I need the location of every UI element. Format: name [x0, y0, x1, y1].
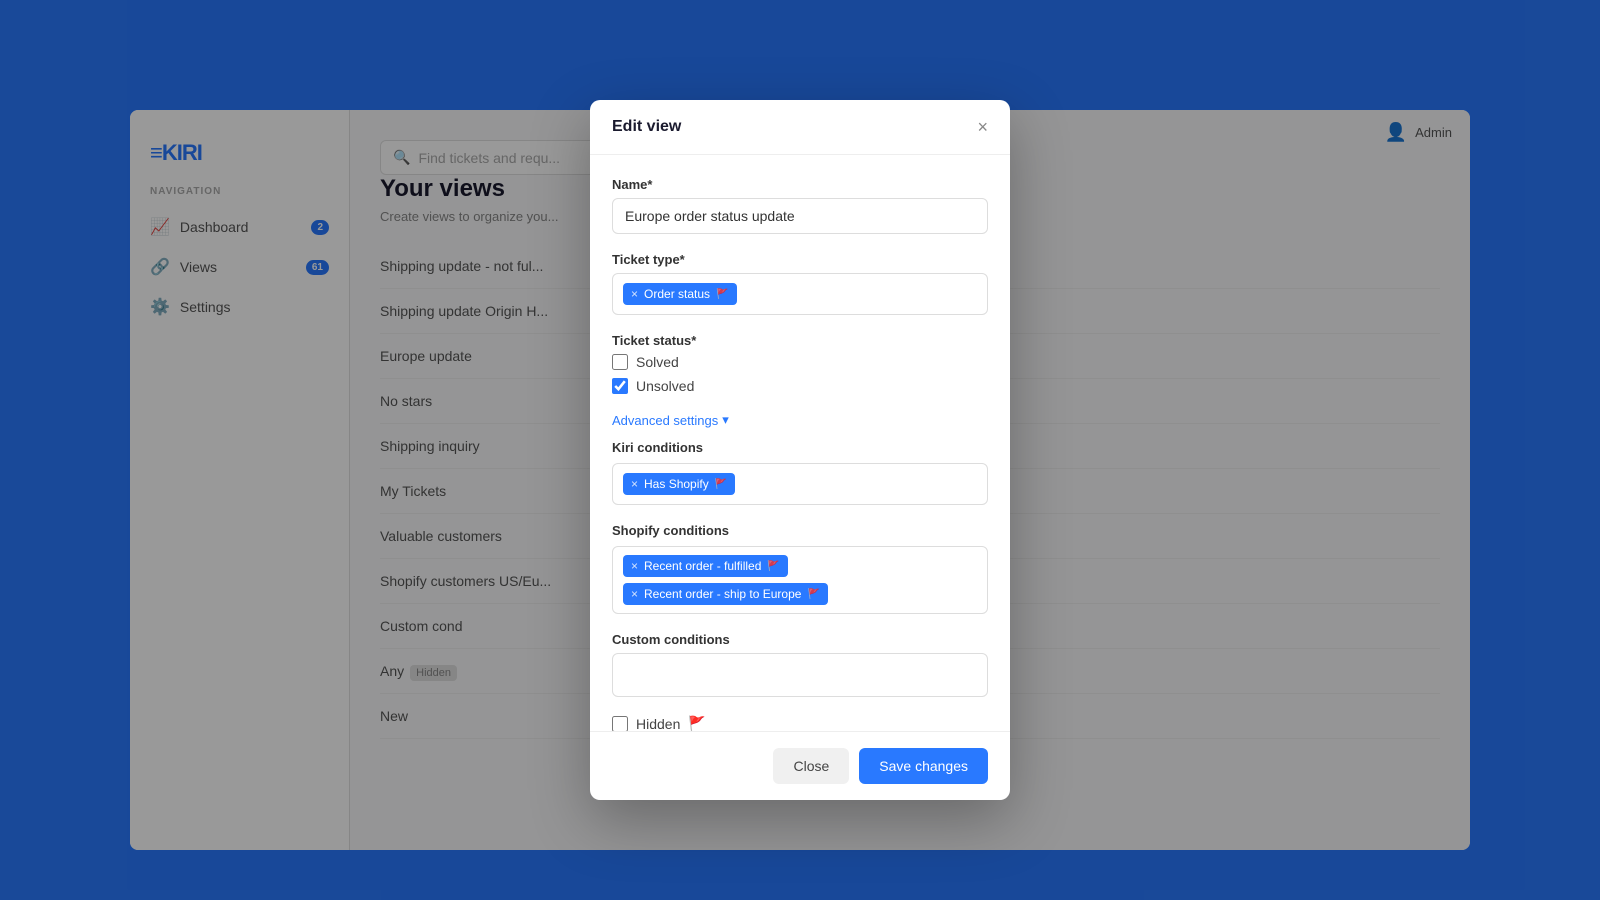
- modal-title: Edit view: [612, 118, 681, 136]
- tag-label-ship-to-europe: Recent order - ship to Europe: [644, 587, 801, 601]
- hidden-checkbox[interactable]: [612, 716, 628, 732]
- save-changes-button[interactable]: Save changes: [859, 748, 988, 784]
- modal-body: Name* Ticket type* × Order status 🚩 Tick…: [590, 155, 1010, 731]
- modal-close-button[interactable]: ×: [977, 118, 988, 136]
- tag-info-fulfilled: 🚩: [767, 561, 779, 572]
- name-group: Name*: [612, 177, 988, 234]
- modal-header: Edit view ×: [590, 100, 1010, 155]
- custom-conditions-group: Custom conditions: [612, 632, 988, 697]
- solved-checkbox-item[interactable]: Solved: [612, 354, 988, 370]
- kiri-conditions-tags-input[interactable]: × Has Shopify 🚩: [612, 463, 988, 505]
- unsolved-label: Unsolved: [636, 378, 694, 394]
- tag-remove-ship-to-europe[interactable]: ×: [631, 587, 638, 601]
- tag-label-has-shopify: Has Shopify: [644, 477, 709, 491]
- ticket-type-group: Ticket type* × Order status 🚩: [612, 252, 988, 315]
- hidden-checkbox-item[interactable]: Hidden 🚩: [612, 715, 988, 731]
- kiri-conditions-label: Kiri conditions: [612, 440, 988, 455]
- tag-info-ship-to-europe: 🚩: [807, 589, 819, 600]
- tag-remove-has-shopify[interactable]: ×: [631, 477, 638, 491]
- ticket-type-tags-input[interactable]: × Order status 🚩: [612, 273, 988, 315]
- tag-label-fulfilled: Recent order - fulfilled: [644, 559, 761, 573]
- modal-overlay: Edit view × Name* Ticket type* × Order s…: [0, 0, 1600, 900]
- ticket-type-tag-order-status: × Order status 🚩: [623, 283, 737, 305]
- shopify-tag-fulfilled: × Recent order - fulfilled 🚩: [623, 555, 788, 577]
- tag-label-order-status: Order status: [644, 287, 710, 301]
- name-input[interactable]: [612, 198, 988, 234]
- modal-footer: Close Save changes: [590, 731, 1010, 800]
- solved-label: Solved: [636, 354, 679, 370]
- advanced-settings-toggle[interactable]: Advanced settings ▾: [612, 412, 988, 428]
- tag-remove-order-status[interactable]: ×: [631, 287, 638, 301]
- tag-remove-fulfilled[interactable]: ×: [631, 559, 638, 573]
- shopify-conditions-group: Shopify conditions × Recent order - fulf…: [612, 523, 988, 614]
- advanced-chevron-icon: ▾: [722, 412, 729, 428]
- custom-conditions-label: Custom conditions: [612, 632, 988, 647]
- edit-view-modal: Edit view × Name* Ticket type* × Order s…: [590, 100, 1010, 800]
- name-label: Name*: [612, 177, 988, 192]
- shopify-conditions-label: Shopify conditions: [612, 523, 988, 538]
- shopify-conditions-tags-input[interactable]: × Recent order - fulfilled 🚩 × Recent or…: [612, 546, 988, 614]
- solved-checkbox[interactable]: [612, 354, 628, 370]
- tag-info-order-status: 🚩: [716, 289, 728, 300]
- custom-conditions-input[interactable]: [612, 653, 988, 697]
- hidden-label: Hidden: [636, 716, 680, 732]
- kiri-tag-has-shopify: × Has Shopify 🚩: [623, 473, 735, 495]
- unsolved-checkbox[interactable]: [612, 378, 628, 394]
- ticket-status-group: Ticket status* Solved Unsolved: [612, 333, 988, 394]
- ticket-status-label: Ticket status*: [612, 333, 988, 348]
- kiri-conditions-group: Kiri conditions × Has Shopify 🚩: [612, 440, 988, 505]
- ticket-type-label: Ticket type*: [612, 252, 988, 267]
- ticket-status-checkboxes: Solved Unsolved: [612, 354, 988, 394]
- tag-info-has-shopify: 🚩: [715, 479, 727, 490]
- close-button[interactable]: Close: [773, 748, 849, 784]
- shopify-tag-ship-to-europe: × Recent order - ship to Europe 🚩: [623, 583, 828, 605]
- unsolved-checkbox-item[interactable]: Unsolved: [612, 378, 988, 394]
- hidden-info-icon: 🚩: [688, 715, 705, 731]
- advanced-settings-label: Advanced settings: [612, 413, 718, 428]
